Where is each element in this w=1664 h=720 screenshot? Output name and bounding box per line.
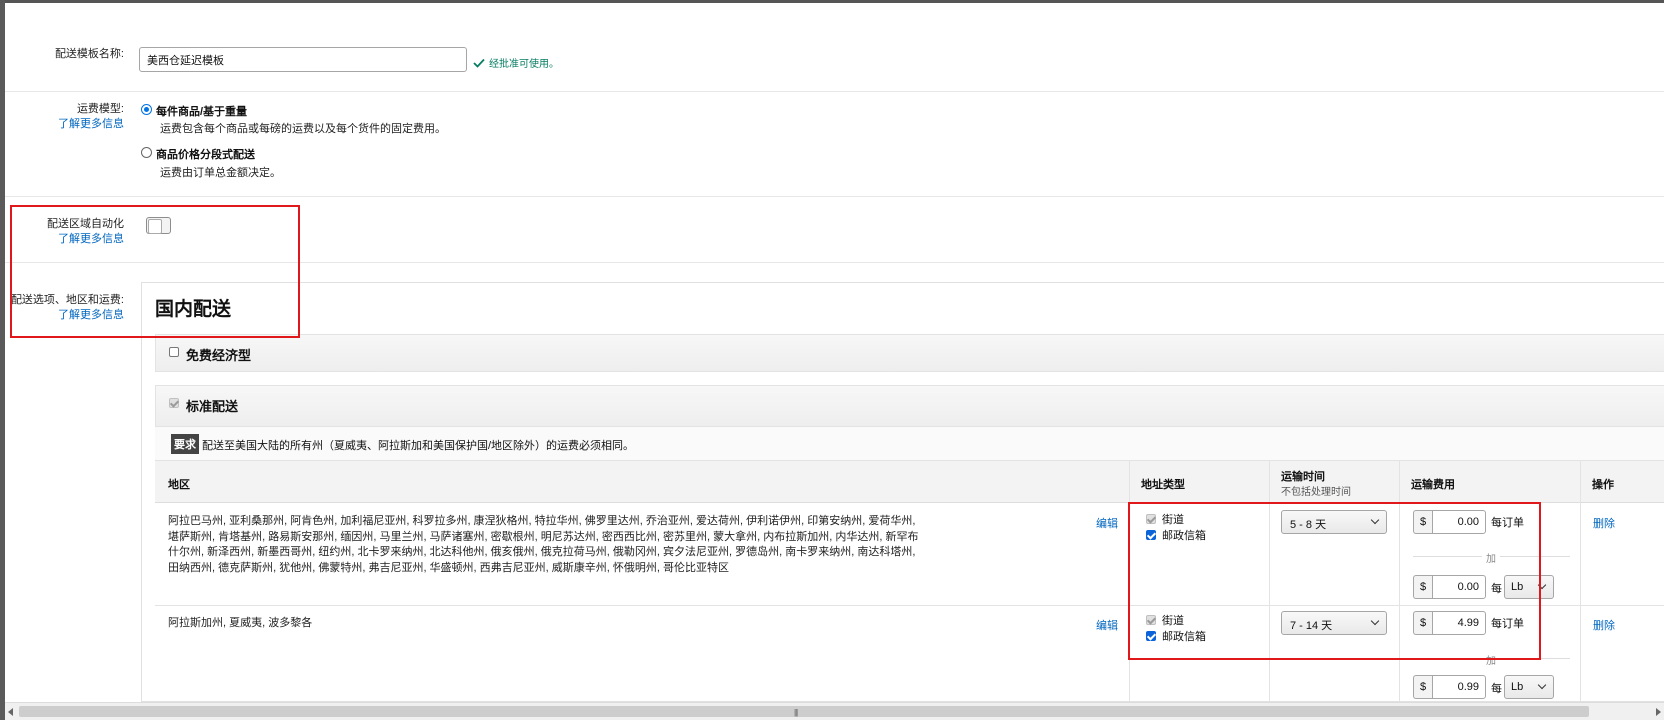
free-economy-checkbox[interactable] <box>169 347 179 357</box>
column-divider <box>1269 461 1270 702</box>
row-1-transit-select[interactable]: 5 - 8 天 <box>1281 510 1387 534</box>
domestic-shipping-heading: 国内配送 <box>155 299 232 320</box>
row-1-street-label: 街道 <box>1162 514 1184 526</box>
shipping-options-label: 配送选项、地区和运费: <box>10 294 124 306</box>
check-icon <box>473 58 485 68</box>
row-2-per-unit-amount[interactable]: 0.99 <box>1432 675 1486 699</box>
row-2-transit-select[interactable]: 7 - 14 天 <box>1281 611 1387 635</box>
shipping-model-label: 运费模型: <box>76 103 124 115</box>
approval-status-text: 经批准可使用。 <box>489 59 559 70</box>
row-2-street-label: 街道 <box>1162 615 1184 627</box>
automation-toggle[interactable] <box>146 217 171 234</box>
row-1-street: 街道 <box>1146 511 1184 527</box>
row-2-per-unit-input[interactable]: $ 0.99 <box>1413 675 1486 699</box>
row-1-per-order-input[interactable]: $ 0.00 <box>1413 510 1486 534</box>
option-price-banded-desc: 运费由订单总金额决定。 <box>160 167 281 179</box>
row-1-per-unit-input[interactable]: $ 0.00 <box>1413 575 1486 599</box>
row-2-per-label: 每 <box>1491 683 1502 695</box>
automation-label: 配送区域自动化 <box>47 218 124 230</box>
row-1-per-order-label: 每订单 <box>1491 517 1524 529</box>
free-economy-label: 免费经济型 <box>186 348 252 363</box>
currency-symbol: $ <box>1413 575 1432 599</box>
row-2-per-order-input[interactable]: $ 4.99 <box>1413 611 1486 635</box>
chevron-down-icon <box>1537 580 1547 590</box>
shipping-model-learn-more-link[interactable]: 了解更多信息 <box>4 117 124 132</box>
row-2-edit-link[interactable]: 编辑 <box>1096 617 1118 633</box>
row-2-delete-link[interactable]: 删除 <box>1593 617 1615 633</box>
template-name-input[interactable] <box>139 47 467 72</box>
chevron-down-icon <box>1370 515 1380 525</box>
chevron-down-icon <box>1370 616 1380 626</box>
divider <box>5 91 1664 92</box>
row-2-per-order-label: 每订单 <box>1491 618 1524 630</box>
currency-symbol: $ <box>1413 510 1432 534</box>
template-name-label: 配送模板名称: <box>54 48 124 60</box>
standard-shipping-label: 标准配送 <box>186 399 239 414</box>
row-1-po-box-checkbox[interactable] <box>1146 530 1156 540</box>
scroll-right-icon[interactable] <box>1656 708 1661 716</box>
column-divider <box>1580 461 1581 702</box>
row-2-po-box: 邮政信箱 <box>1146 628 1206 644</box>
requirement-badge: 要求 <box>171 434 199 454</box>
row-2-street: 街道 <box>1146 612 1184 628</box>
row-1-unit-select[interactable]: Lb <box>1504 575 1554 599</box>
row-1-per-unit-amount[interactable]: 0.00 <box>1432 575 1486 599</box>
radio-price-banded[interactable] <box>141 147 152 158</box>
option-per-item-weight-desc: 运费包含每个商品或每磅的运费以及每个货件的固定费用。 <box>160 123 446 135</box>
chevron-down-icon <box>1537 680 1547 690</box>
row-2-transit-value: 7 - 14 天 <box>1290 620 1333 632</box>
row-1-unit-value: Lb <box>1511 581 1524 593</box>
row-1-per-label: 每 <box>1491 583 1502 595</box>
requirement-row: 要求 配送至美国大陆的所有州（夏威夷、阿拉斯加和美国保护国/地区除外）的运费必须… <box>155 427 1664 461</box>
currency-symbol: $ <box>1413 611 1432 635</box>
requirement-text: 配送至美国大陆的所有州（夏威夷、阿拉斯加和美国保护国/地区除外）的运费必须相同。 <box>202 440 635 452</box>
row-2-unit-value: Lb <box>1511 681 1524 693</box>
row-2-unit-select[interactable]: Lb <box>1504 675 1554 699</box>
scroll-thumb[interactable]: ||| <box>19 706 1589 717</box>
header-transit-sub: 不包括处理时间 <box>1281 487 1351 498</box>
column-divider <box>1129 461 1130 702</box>
currency-symbol: $ <box>1413 675 1432 699</box>
window-top-border <box>0 0 1664 3</box>
standard-shipping-section: 标准配送 <box>155 385 1664 427</box>
scroll-left-icon[interactable] <box>8 708 13 716</box>
row-2-street-checkbox <box>1146 615 1156 625</box>
table-header: 地区 地址类型 运输时间 不包括处理时间 运输费用 操作 <box>155 461 1664 503</box>
radio-per-item-weight[interactable] <box>141 104 152 115</box>
row-2-per-order-amount[interactable]: 4.99 <box>1432 611 1486 635</box>
column-divider <box>1399 461 1400 702</box>
shipping-options-learn-more-link[interactable]: 了解更多信息 <box>4 308 124 323</box>
header-region: 地区 <box>168 479 190 491</box>
row-1-plus-label: 加 <box>1482 550 1500 565</box>
horizontal-scrollbar[interactable]: ||| <box>5 702 1664 720</box>
header-action: 操作 <box>1592 479 1614 491</box>
row-1-per-order-amount[interactable]: 0.00 <box>1432 510 1486 534</box>
row-1-edit-link[interactable]: 编辑 <box>1096 515 1118 531</box>
row-1-street-checkbox <box>1146 514 1156 524</box>
header-transit: 运输时间 <box>1281 471 1325 483</box>
row-1-po-box-label: 邮政信箱 <box>1162 530 1206 542</box>
free-economy-section: 免费经济型 <box>155 334 1664 372</box>
row-1-po-box: 邮政信箱 <box>1146 527 1206 543</box>
row-2-plus-label: 加 <box>1482 652 1500 667</box>
grip-icon: ||| <box>794 708 798 717</box>
approval-status: 经批准可使用。 <box>473 55 559 70</box>
option-per-item-weight-title: 每件商品/基于重量 <box>156 106 248 118</box>
divider <box>5 196 1664 197</box>
row-divider <box>155 605 1664 606</box>
row-1-region: 阿拉巴马州, 亚利桑那州, 阿肯色州, 加利福尼亚州, 科罗拉多州, 康涅狄格州… <box>168 515 919 574</box>
option-price-banded-title: 商品价格分段式配送 <box>156 149 255 161</box>
row-1-delete-link[interactable]: 删除 <box>1593 515 1615 531</box>
header-fee: 运输费用 <box>1411 479 1455 491</box>
row-1-transit-value: 5 - 8 天 <box>1290 519 1327 531</box>
row-2-po-box-checkbox[interactable] <box>1146 631 1156 641</box>
divider <box>5 262 1664 263</box>
automation-learn-more-link[interactable]: 了解更多信息 <box>4 232 124 247</box>
row-2-po-box-label: 邮政信箱 <box>1162 631 1206 643</box>
standard-shipping-checkbox <box>169 398 179 408</box>
row-2-region: 阿拉斯加州, 夏威夷, 波多黎各 <box>168 617 313 629</box>
header-address-type: 地址类型 <box>1141 479 1185 491</box>
